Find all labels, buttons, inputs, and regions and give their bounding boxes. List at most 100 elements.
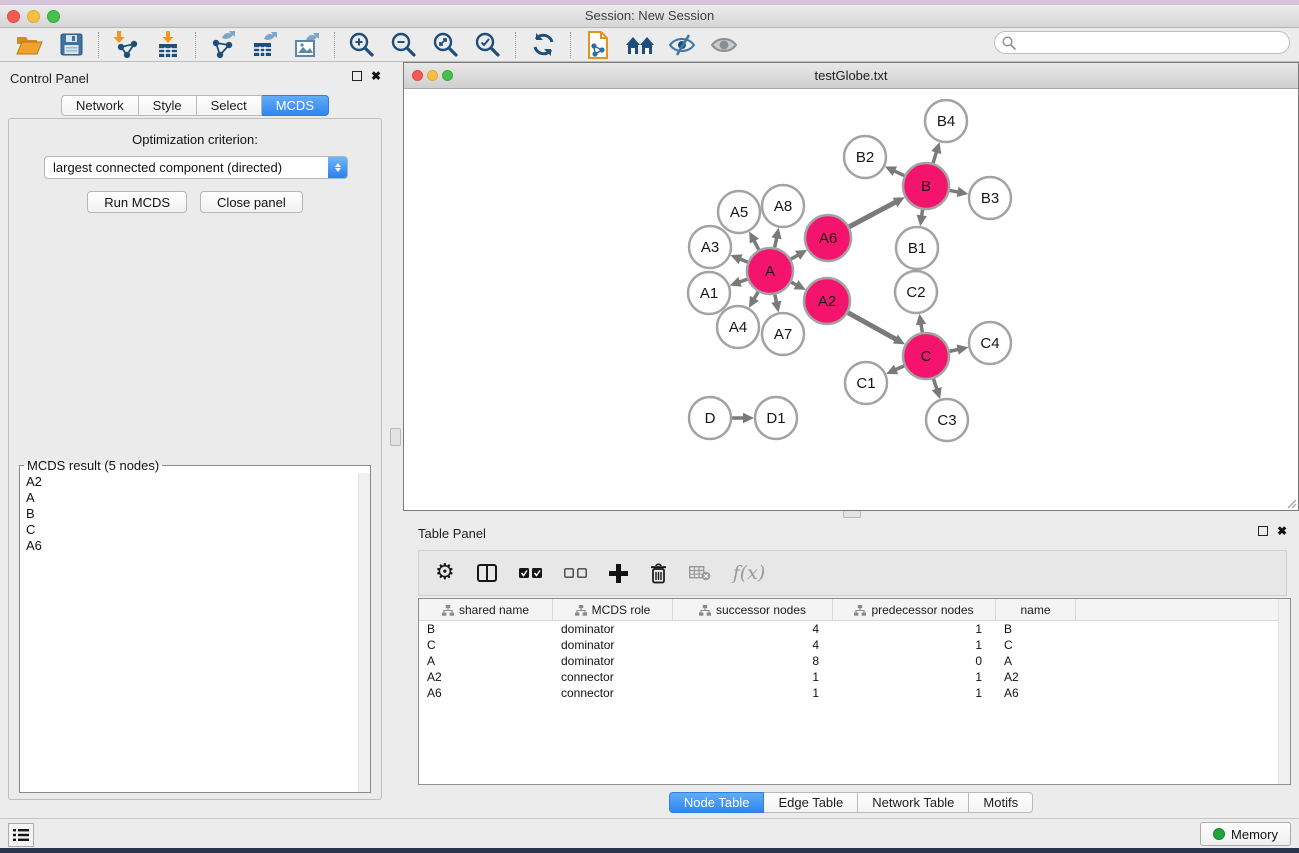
float-panel-icon[interactable] [352,71,362,81]
network-zoom-button[interactable] [442,70,453,81]
import-network-button[interactable] [105,30,147,60]
column-header-successor-nodes[interactable]: successor nodes [673,599,833,621]
show-graphics-details-button[interactable] [703,30,745,60]
zoom-selected-button[interactable] [467,30,509,60]
mcds-list-scrollbar[interactable] [358,473,370,792]
export-image-button[interactable] [286,30,328,60]
table-cell[interactable]: connector [553,685,673,701]
search-field[interactable] [994,31,1290,54]
table-cell[interactable]: A6 [996,685,1076,701]
minimize-window-button[interactable] [27,10,40,23]
mcds-result-item[interactable]: A [26,490,364,506]
network-close-button[interactable] [412,70,423,81]
tab-style[interactable]: Style [139,95,197,116]
table-row[interactable]: A2connector11A2 [419,669,1290,685]
column-header-shared-name[interactable]: shared name [419,599,553,621]
show-all-button[interactable] [619,30,661,60]
mcds-result-item[interactable]: B [26,506,364,522]
table-cell[interactable]: 1 [833,685,996,701]
graph-edge-A6-B[interactable] [849,201,897,226]
close-panel-icon[interactable]: ✖ [1277,526,1287,536]
network-window-titlebar[interactable]: testGlobe.txt [404,63,1298,89]
table-cell[interactable]: 4 [673,637,833,653]
export-table-button[interactable] [244,30,286,60]
save-session-button[interactable] [50,30,92,60]
table-row[interactable]: Adominator80A [419,653,1290,669]
select-all-columns-button[interactable] [519,568,542,578]
horizontal-splitter-handle[interactable] [843,510,861,518]
resize-corner-icon[interactable] [1285,497,1297,509]
close-panel-button[interactable]: Close panel [200,191,303,213]
table-settings-button[interactable]: ⚙ [435,562,455,584]
zoom-in-button[interactable] [341,30,383,60]
tab-node-table[interactable]: Node Table [669,792,765,813]
table-cell[interactable]: connector [553,669,673,685]
criterion-dropdown[interactable]: largest connected component (directed) [44,156,348,179]
graph-edge-A2-C[interactable] [848,313,897,340]
unselect-all-columns-button[interactable] [564,568,587,578]
mcds-result-item[interactable]: A6 [26,538,364,554]
list-icon [13,828,29,842]
delete-table-button[interactable] [689,566,711,581]
table-cell[interactable]: 1 [833,621,996,637]
table-cell[interactable]: B [419,621,553,637]
desktop-wallpaper-strip-bottom [0,848,1299,853]
run-mcds-button[interactable]: Run MCDS [87,191,187,213]
table-row[interactable]: A6connector11A6 [419,685,1290,701]
table-cell[interactable]: 0 [833,653,996,669]
table-cell[interactable]: C [996,637,1076,653]
zoom-window-button[interactable] [47,10,60,23]
memory-button[interactable]: Memory [1200,822,1291,846]
network-canvas[interactable]: AA1A2A3A4A5A6A7A8BB1B2B3B4CC1C2C3C4DD1 [404,89,1298,510]
float-panel-icon[interactable] [1258,526,1268,536]
search-input[interactable] [1016,35,1266,50]
zoom-out-button[interactable] [383,30,425,60]
create-column-button[interactable] [609,564,628,583]
clone-network-button[interactable] [577,30,619,60]
table-row[interactable]: Cdominator41C [419,637,1290,653]
table-cell[interactable]: dominator [553,637,673,653]
table-cell[interactable]: A2 [419,669,553,685]
import-table-button[interactable] [147,30,189,60]
mcds-result-item[interactable]: A2 [26,474,364,490]
refresh-view-button[interactable] [522,30,564,60]
table-cell[interactable]: 1 [833,637,996,653]
table-cell[interactable]: A2 [996,669,1076,685]
tab-network[interactable]: Network [61,95,139,116]
table-cell[interactable]: A6 [419,685,553,701]
open-session-button[interactable] [8,30,50,60]
column-header-name[interactable]: name [996,599,1076,621]
table-cell[interactable]: 1 [673,685,833,701]
zoom-fit-button[interactable] [425,30,467,60]
tab-select[interactable]: Select [197,95,262,116]
vertical-splitter-handle[interactable] [390,428,401,446]
table-cell[interactable]: 1 [673,669,833,685]
close-panel-icon[interactable]: ✖ [371,71,381,81]
table-cell[interactable]: dominator [553,621,673,637]
table-cell[interactable]: dominator [553,653,673,669]
table-cell[interactable]: C [419,637,553,653]
hide-graphics-details-button[interactable] [661,30,703,60]
column-header-mcds-role[interactable]: MCDS role [553,599,673,621]
tab-motifs[interactable]: Motifs [969,792,1033,813]
task-history-button[interactable] [8,823,34,847]
table-cell[interactable]: 8 [673,653,833,669]
table-cell[interactable]: A [419,653,553,669]
table-row[interactable]: Bdominator41B [419,621,1290,637]
table-cell[interactable]: 1 [833,669,996,685]
export-network-button[interactable] [202,30,244,60]
mcds-result-item[interactable]: C [26,522,364,538]
tab-mcds[interactable]: MCDS [262,95,329,116]
tab-edge-table[interactable]: Edge Table [764,792,858,813]
close-window-button[interactable] [7,10,20,23]
function-builder-button[interactable]: f(x) [733,562,766,584]
column-header-predecessor-nodes[interactable]: predecessor nodes [833,599,996,621]
table-scrollbar[interactable] [1278,599,1290,784]
table-cell[interactable]: 4 [673,621,833,637]
show-columns-button[interactable] [477,564,497,582]
table-cell[interactable]: B [996,621,1076,637]
table-cell[interactable]: A [996,653,1076,669]
network-minimize-button[interactable] [427,70,438,81]
delete-column-button[interactable] [650,563,667,584]
tab-network-table[interactable]: Network Table [858,792,969,813]
